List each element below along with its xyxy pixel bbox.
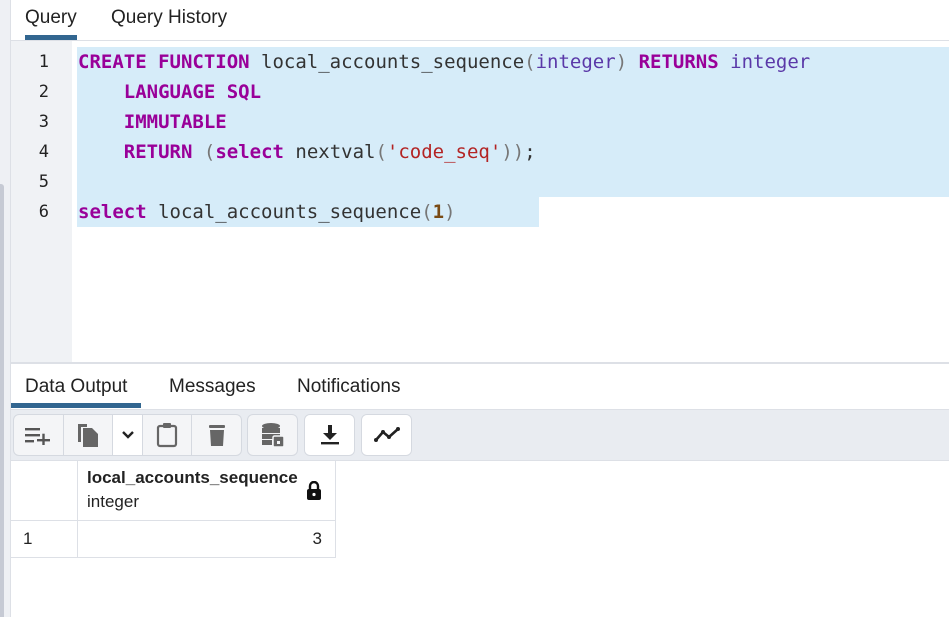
graph-button-group xyxy=(361,414,412,456)
code-token: ; xyxy=(524,141,536,163)
code-token: RETURNS xyxy=(638,51,719,73)
data-output-toolbar xyxy=(11,409,949,461)
graph-visualiser-button[interactable] xyxy=(362,415,411,455)
output-tabs-bar: Data Output Messages Notifications xyxy=(10,364,949,409)
clipboard-icon xyxy=(157,423,178,448)
column-header[interactable]: local_accounts_sequence integer xyxy=(77,461,336,521)
column-type: integer xyxy=(87,492,139,511)
copy-icon xyxy=(77,424,98,447)
tab-query[interactable]: Query xyxy=(25,0,77,40)
code-token: ( xyxy=(524,51,536,73)
download-button-group xyxy=(304,414,355,456)
add-row-button[interactable] xyxy=(14,415,64,455)
add-row-icon xyxy=(25,428,51,445)
code-line: select local_accounts_sequence(1) xyxy=(78,197,456,227)
trash-icon xyxy=(208,425,225,446)
tab-messages-label: Messages xyxy=(169,376,256,397)
code-token: local_accounts_sequence xyxy=(249,51,525,73)
code-token: RETURN xyxy=(123,141,193,163)
line-number: 4 xyxy=(38,142,49,162)
row-number[interactable]: 1 xyxy=(11,520,78,558)
query-tabs-bar: Query Query History xyxy=(11,0,949,41)
download-icon xyxy=(320,425,339,445)
save-button-group xyxy=(247,414,298,456)
code-token: 'code_seq' xyxy=(386,141,502,163)
code-token: SQL xyxy=(226,81,262,103)
lock-icon xyxy=(307,481,321,500)
line-number: 5 xyxy=(38,172,49,192)
tab-messages[interactable]: Messages xyxy=(169,372,256,408)
code-token: 1 xyxy=(432,201,445,223)
database-save-icon xyxy=(261,423,285,448)
code-token: ( xyxy=(375,141,387,163)
code-token: CREATE xyxy=(78,51,147,73)
tab-query-label: Query xyxy=(25,7,77,28)
sql-editor[interactable]: 1 2 3 4 5 6 CREATE FUNCTION local_accoun… xyxy=(11,41,949,362)
code-token: nextval xyxy=(283,141,376,163)
line-chart-icon xyxy=(373,427,400,442)
chevron-down-icon xyxy=(121,431,134,439)
code-line: RETURN (select nextval('code_seq')); xyxy=(78,137,536,167)
copy-button[interactable] xyxy=(64,415,114,455)
download-button[interactable] xyxy=(305,415,354,455)
line-number: 2 xyxy=(38,82,49,102)
code-line: CREATE FUNCTION local_accounts_sequence(… xyxy=(78,47,810,77)
tab-query-history-label: Query History xyxy=(111,7,228,28)
delete-button[interactable] xyxy=(192,415,241,455)
line-number: 3 xyxy=(38,112,49,132)
tab-data-output[interactable]: Data Output xyxy=(10,372,142,408)
code-token: ( xyxy=(203,141,216,163)
left-panel-scrollbar[interactable] xyxy=(0,184,4,617)
code-token: local_accounts_sequence xyxy=(146,201,422,223)
code-token: select xyxy=(78,201,147,223)
tab-notifications-label: Notifications xyxy=(297,376,401,397)
tab-query-history[interactable]: Query History xyxy=(111,0,227,37)
code-line: IMMUTABLE xyxy=(78,107,227,137)
copy-options-dropdown[interactable] xyxy=(113,415,143,455)
code-token: LANGUAGE xyxy=(123,81,216,103)
line-number: 1 xyxy=(38,52,49,72)
code-token: select xyxy=(215,141,284,163)
tab-notifications[interactable]: Notifications xyxy=(297,372,401,408)
code-token: IMMUTABLE xyxy=(123,111,227,133)
paste-button[interactable] xyxy=(143,415,193,455)
code-token: ) xyxy=(615,51,628,73)
tab-data-output-label: Data Output xyxy=(25,376,128,397)
table-cell[interactable]: 3 xyxy=(77,520,336,558)
code-token: ( xyxy=(421,201,433,223)
line-number: 6 xyxy=(38,202,49,222)
code-token: FUNCTION xyxy=(158,51,250,73)
grid-corner-header[interactable] xyxy=(11,461,78,521)
code-token: integer xyxy=(730,51,811,73)
code-token: )) xyxy=(501,141,525,163)
save-data-button[interactable] xyxy=(248,415,297,455)
code-token: integer xyxy=(535,51,616,73)
code-line: LANGUAGE SQL xyxy=(78,77,261,107)
column-name: local_accounts_sequence xyxy=(87,468,298,487)
code-token: ) xyxy=(444,201,456,223)
edit-button-group xyxy=(13,414,242,456)
